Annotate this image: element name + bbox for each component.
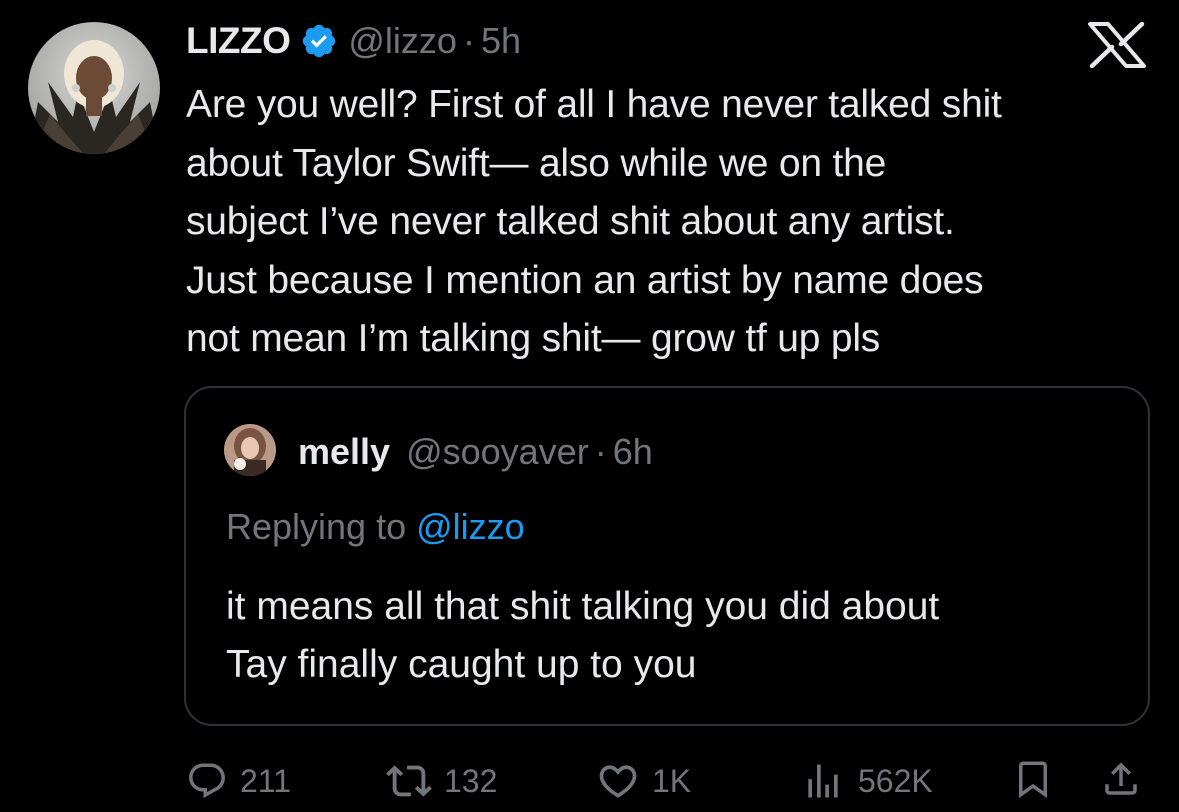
views-count: 562K xyxy=(858,762,933,799)
verified-badge-icon xyxy=(300,22,338,60)
replying-to-mention[interactable]: @lizzo xyxy=(416,506,525,547)
separator-dot: · xyxy=(462,20,475,61)
author-avatar[interactable] xyxy=(28,22,160,154)
share-button[interactable] xyxy=(1100,756,1142,806)
reply-icon xyxy=(186,760,228,802)
tweet-text: Are you well? First of all I have never … xyxy=(186,83,1002,360)
quoted-tweet-text: it means all that shit talking you did a… xyxy=(226,585,940,686)
author-name[interactable]: LIZZO xyxy=(186,20,291,62)
repost-icon xyxy=(386,758,432,804)
separator-dot: · xyxy=(594,431,607,472)
repost-count: 132 xyxy=(444,762,498,799)
quoted-tweet-card[interactable]: melly @sooyaver · 6h Replying to @lizzo … xyxy=(184,386,1150,726)
like-count: 1K xyxy=(652,762,692,799)
quoted-author-name[interactable]: melly xyxy=(298,431,390,473)
analytics-icon xyxy=(800,759,846,803)
heart-icon xyxy=(596,759,640,803)
bookmark-button[interactable] xyxy=(1012,756,1054,806)
quoted-tweet-time[interactable]: 6h xyxy=(613,431,653,473)
quoted-avatar-image xyxy=(224,424,276,476)
share-icon xyxy=(1100,757,1142,806)
replying-to-line: Replying to @lizzo xyxy=(226,506,525,548)
views-button[interactable]: 562K xyxy=(800,756,933,806)
quoted-author-handle[interactable]: @sooyaver xyxy=(406,431,589,473)
tweet-header: LIZZO @lizzo · 5h xyxy=(186,18,521,64)
avatar-image xyxy=(28,22,160,154)
author-handle[interactable]: @lizzo xyxy=(348,20,457,62)
action-bar: 211 132 1K 562K xyxy=(0,756,1179,806)
like-button[interactable]: 1K xyxy=(596,756,691,806)
quoted-tweet-header: melly @sooyaver · 6h xyxy=(298,430,653,474)
reply-button[interactable]: 211 xyxy=(186,756,291,806)
quoted-author-avatar[interactable] xyxy=(224,424,276,476)
tweet-time[interactable]: 5h xyxy=(481,20,521,62)
replying-to-label: Replying to xyxy=(226,506,417,547)
repost-button[interactable]: 132 xyxy=(386,756,497,806)
bookmark-icon xyxy=(1012,757,1054,806)
x-logo-icon xyxy=(1088,21,1146,69)
reply-count: 211 xyxy=(240,762,292,799)
